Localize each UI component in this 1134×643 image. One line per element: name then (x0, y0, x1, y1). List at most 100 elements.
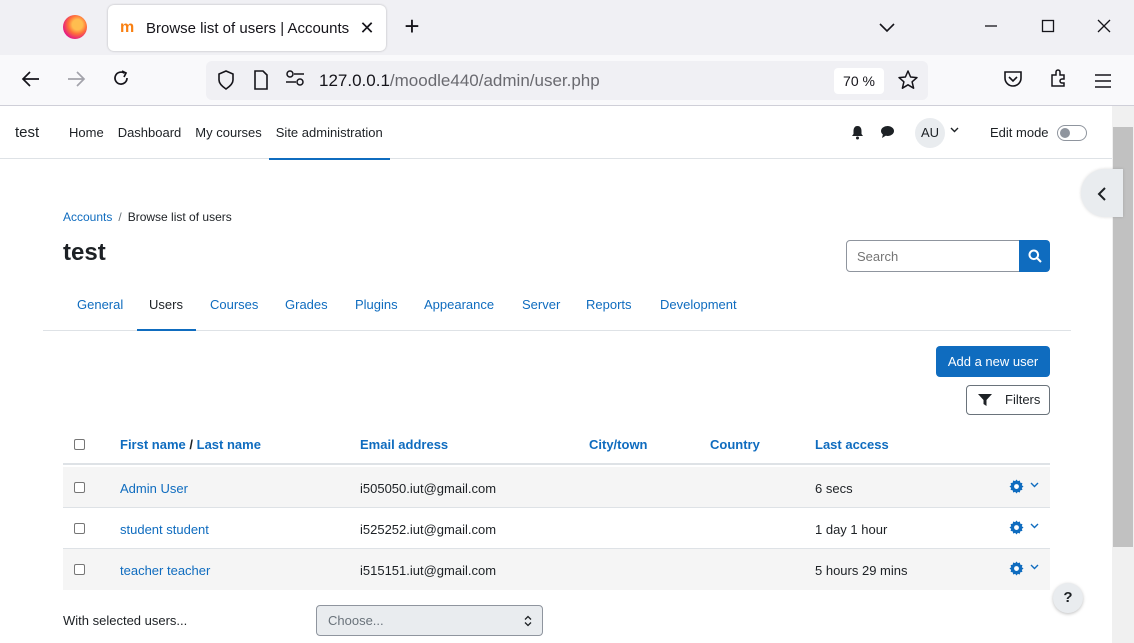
select-arrows-icon (524, 606, 532, 635)
tab-close-icon[interactable]: ✕ (356, 17, 378, 39)
page-title: test (63, 239, 106, 266)
tab-server[interactable]: Server (522, 297, 560, 312)
user-last-access: 6 secs (815, 481, 853, 496)
sort-email[interactable]: Email address (360, 437, 448, 452)
edit-mode-label: Edit mode (990, 125, 1049, 140)
actions-chevron-down-icon[interactable] (1030, 521, 1039, 531)
new-tab-plus-icon[interactable]: + (399, 13, 425, 40)
actions-chevron-down-icon[interactable] (1030, 562, 1039, 572)
moodle-favicon-icon: m (120, 19, 135, 36)
row-checkbox[interactable] (74, 523, 85, 534)
sort-first-name[interactable]: First name (120, 437, 186, 452)
user-last-access: 1 day 1 hour (815, 522, 888, 537)
table-header: First name / Last name Email address Cit… (63, 423, 1050, 465)
messages-icon[interactable] (880, 125, 896, 141)
sort-last-access[interactable]: Last access (815, 437, 889, 452)
breadcrumb-accounts[interactable]: Accounts (63, 210, 112, 224)
filters-label: Filters (1005, 392, 1041, 407)
tab-courses[interactable]: Courses (210, 297, 258, 312)
row-checkbox[interactable] (74, 564, 85, 575)
url-bar[interactable]: 127.0.0.1/moodle440/admin/user.php 70 % (206, 61, 928, 100)
bulk-action-selected-value: Choose... (328, 613, 384, 628)
filters-button[interactable]: Filters (966, 385, 1050, 415)
permissions-icon[interactable] (284, 70, 306, 92)
table-row: teacher teacher i515151.iut@gmail.com 5 … (63, 549, 1050, 590)
nav-site-administration[interactable]: Site administration (268, 106, 390, 160)
forward-arrow-icon[interactable] (62, 67, 90, 95)
tab-plugins[interactable]: Plugins (355, 297, 398, 312)
user-last-access: 5 hours 29 mins (815, 563, 908, 578)
gear-icon[interactable] (1009, 520, 1025, 536)
user-email: i505050.iut@gmail.com (360, 481, 497, 496)
tab-development[interactable]: Development (660, 297, 737, 312)
gear-icon[interactable] (1009, 561, 1025, 577)
open-block-drawer-button[interactable] (1081, 169, 1123, 217)
select-all-checkbox[interactable] (74, 439, 85, 450)
url-path: /moodle440/admin/user.php (389, 71, 600, 90)
back-arrow-icon[interactable] (17, 67, 45, 95)
sort-country[interactable]: Country (710, 437, 760, 452)
table-row: student student i525252.iut@gmail.com 1 … (63, 508, 1050, 549)
header-name: First name / Last name (120, 437, 261, 452)
browser-tab[interactable]: m Browse list of users | Accounts | test… (108, 5, 386, 51)
minimize-icon[interactable] (978, 14, 1004, 40)
nav-my-courses[interactable]: My courses (188, 106, 268, 159)
user-name-link[interactable]: student student (120, 522, 209, 537)
tab-users[interactable]: Users (149, 297, 183, 312)
bulk-action-select[interactable]: Choose... (316, 605, 543, 636)
active-tab-indicator (137, 329, 196, 331)
tab-reports[interactable]: Reports (586, 297, 632, 312)
table-row: Admin User i505050.iut@gmail.com 6 secs (63, 467, 1050, 508)
header-name-slash: / (189, 437, 193, 452)
reload-icon[interactable] (107, 67, 135, 95)
bookmark-star-icon[interactable] (896, 69, 920, 93)
notification-bell-icon[interactable] (851, 125, 865, 141)
browser-nav-bar: 127.0.0.1/moodle440/admin/user.php 70 % (0, 55, 1134, 106)
admin-secondary-tabs: General Users Courses Grades Plugins App… (43, 283, 1071, 331)
browser-tab-bar: m Browse list of users | Accounts | test… (0, 0, 1134, 55)
menu-icon[interactable] (1089, 67, 1117, 95)
filter-funnel-icon (978, 394, 992, 406)
maximize-icon[interactable] (1035, 14, 1061, 40)
primary-navigation: Home Dashboard My courses Site administr… (62, 106, 390, 160)
breadcrumb-separator: / (118, 210, 122, 224)
sort-last-name[interactable]: Last name (197, 437, 261, 452)
user-menu-chevron-icon[interactable] (950, 125, 959, 136)
zoom-level[interactable]: 70 % (834, 68, 884, 94)
add-new-user-button[interactable]: Add a new user (936, 346, 1050, 377)
gear-icon[interactable] (1009, 479, 1025, 495)
tab-title: Browse list of users | Accounts | test (146, 20, 351, 37)
close-window-icon[interactable] (1091, 14, 1117, 40)
search-input[interactable] (846, 240, 1020, 272)
edit-mode-toggle[interactable] (1057, 125, 1087, 141)
url-text[interactable]: 127.0.0.1/moodle440/admin/user.php (319, 70, 600, 92)
tab-appearance[interactable]: Appearance (424, 297, 494, 312)
firefox-logo-icon[interactable] (63, 15, 87, 39)
user-name-link[interactable]: Admin User (120, 481, 188, 496)
nav-home[interactable]: Home (62, 106, 111, 159)
tab-general[interactable]: General (77, 297, 123, 312)
actions-chevron-down-icon[interactable] (1030, 480, 1039, 490)
search-button[interactable] (1019, 240, 1050, 272)
sort-city[interactable]: City/town (589, 437, 648, 452)
page-icon[interactable] (250, 70, 272, 92)
extensions-icon[interactable] (1045, 67, 1073, 95)
bulk-action-label: With selected users... (63, 613, 188, 628)
tab-grades[interactable]: Grades (285, 297, 328, 312)
pocket-icon[interactable] (999, 67, 1027, 95)
shield-icon[interactable] (215, 70, 237, 92)
url-host: 127.0.0.1 (319, 71, 390, 90)
user-name-link[interactable]: teacher teacher (120, 563, 210, 578)
site-header: test Home Dashboard My courses Site admi… (0, 106, 1112, 160)
row-checkbox[interactable] (74, 482, 85, 493)
search-icon (1028, 249, 1042, 263)
site-name[interactable]: test (15, 124, 39, 141)
breadcrumb-current: Browse list of users (127, 210, 232, 224)
help-button[interactable]: ? (1053, 583, 1083, 613)
user-avatar[interactable]: AU (915, 118, 945, 148)
user-email: i515151.iut@gmail.com (360, 563, 497, 578)
user-email: i525252.iut@gmail.com (360, 522, 497, 537)
breadcrumb: Accounts / Browse list of users (63, 210, 232, 224)
nav-dashboard[interactable]: Dashboard (111, 106, 189, 159)
list-tabs-chevron-icon[interactable] (874, 14, 900, 40)
